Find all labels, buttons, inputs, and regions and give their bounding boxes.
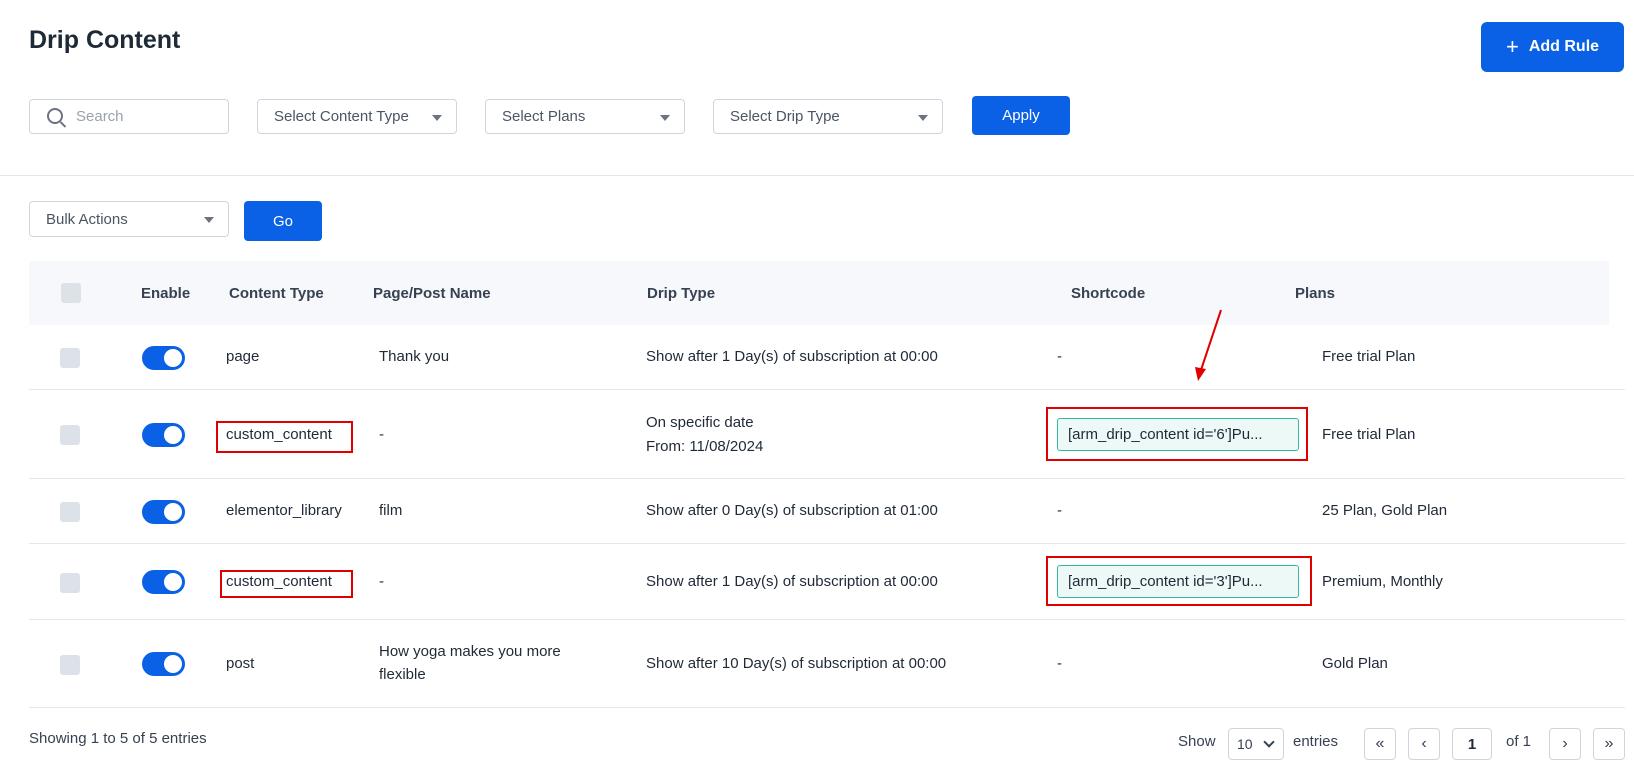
plans-cell: Free trial Plan xyxy=(1322,348,1416,365)
content-type-select[interactable]: Select Content Type xyxy=(257,99,457,134)
per-page-value: 10 xyxy=(1237,736,1253,752)
next-page-button[interactable]: › xyxy=(1549,728,1581,760)
last-page-button[interactable]: » xyxy=(1593,728,1625,760)
drip-type-select[interactable]: Select Drip Type xyxy=(713,99,943,134)
drip-type-cell: Show after 1 Day(s) of subscription at 0… xyxy=(646,348,938,365)
first-page-button[interactable]: « xyxy=(1364,728,1396,760)
page-title: Drip Content xyxy=(29,26,181,54)
plans-select-label: Select Plans xyxy=(502,108,586,125)
enable-toggle[interactable] xyxy=(142,346,185,370)
enable-toggle[interactable] xyxy=(142,570,185,594)
caret-down-icon xyxy=(204,217,214,223)
content-type-cell: custom_content xyxy=(226,573,332,590)
caret-down-icon xyxy=(918,115,928,121)
caret-down-icon xyxy=(432,115,442,121)
shortcode-cell: - xyxy=(1057,655,1062,672)
show-label: Show xyxy=(1178,733,1216,750)
bulk-actions-label: Bulk Actions xyxy=(46,210,128,228)
name-cell: film xyxy=(379,502,403,519)
table-header: Enable Content Type Page/Post Name Drip … xyxy=(29,261,1609,325)
entries-label: entries xyxy=(1293,733,1339,750)
plans-cell: 25 Plan, Gold Plan xyxy=(1322,502,1448,519)
prev-page-button[interactable]: ‹ xyxy=(1408,728,1440,760)
page-count-label: of 1 xyxy=(1506,733,1532,750)
plus-icon: + xyxy=(1505,34,1519,59)
drip-type-cell: Show after 1 Day(s) of subscription at 0… xyxy=(646,573,938,590)
row-checkbox[interactable] xyxy=(60,573,80,593)
drip-type-select-label: Select Drip Type xyxy=(730,108,840,125)
section-divider xyxy=(0,175,1634,176)
table-row: elementor_library film Show after 0 Day(… xyxy=(29,479,1625,544)
table-row: page Thank you Show after 1 Day(s) of su… xyxy=(29,325,1625,390)
plans-cell: Free trial Plan xyxy=(1322,426,1416,443)
header-shortcode: Shortcode xyxy=(1071,285,1146,302)
content-type-select-label: Select Content Type xyxy=(274,108,409,125)
drip-type-cell: Show after 0 Day(s) of subscription at 0… xyxy=(646,502,938,519)
drip-date-cell: From: 11/08/2024 xyxy=(646,438,764,455)
search-icon xyxy=(47,108,63,124)
content-type-cell: custom_content xyxy=(226,426,332,443)
plans-cell: Gold Plan xyxy=(1322,655,1388,672)
plans-cell: Premium, Monthly xyxy=(1322,573,1443,590)
enable-toggle[interactable] xyxy=(142,652,185,676)
apply-button[interactable]: Apply xyxy=(972,96,1070,135)
page-number-input[interactable]: 1 xyxy=(1452,728,1492,760)
shortcode-cell: - xyxy=(1057,348,1062,365)
content-type-cell: elementor_library xyxy=(226,502,342,519)
go-button[interactable]: Go xyxy=(244,201,322,241)
shortcode-cell: - xyxy=(1057,502,1062,519)
add-rule-button[interactable]: + Add Rule xyxy=(1481,22,1624,72)
entries-info: Showing 1 to 5 of 5 entries xyxy=(29,730,207,747)
header-content-type: Content Type xyxy=(229,285,324,302)
add-rule-label: Add Rule xyxy=(1528,38,1600,55)
row-checkbox[interactable] xyxy=(60,348,80,368)
shortcode-field[interactable]: [arm_drip_content id='6']Pu... xyxy=(1057,418,1299,451)
name-cell-line2: flexible xyxy=(379,666,426,683)
table-row: custom_content - Show after 1 Day(s) of … xyxy=(29,544,1625,620)
header-drip-type: Drip Type xyxy=(647,285,716,302)
row-checkbox[interactable] xyxy=(60,502,80,522)
plans-select[interactable]: Select Plans xyxy=(485,99,685,134)
table-row: custom_content - On specific date From: … xyxy=(29,390,1625,479)
annotation-arrow-icon xyxy=(1195,309,1222,381)
name-cell: How yoga makes you more xyxy=(379,643,561,660)
row-checkbox[interactable] xyxy=(60,425,80,445)
content-type-cell: post xyxy=(226,655,255,672)
drip-type-cell: On specific date xyxy=(646,414,754,431)
header-enable: Enable xyxy=(141,285,191,302)
header-plans: Plans xyxy=(1295,285,1336,302)
chevron-down-icon xyxy=(1263,736,1275,748)
name-cell: - xyxy=(379,573,384,590)
name-cell: Thank you xyxy=(379,348,450,365)
table-row: post How yoga makes you more flexible Sh… xyxy=(29,620,1625,708)
content-type-cell: page xyxy=(226,348,260,365)
header-page-post-name: Page/Post Name xyxy=(373,285,491,302)
drip-type-cell: Show after 10 Day(s) of subscription at … xyxy=(646,655,947,672)
per-page-select[interactable]: 10 xyxy=(1228,728,1284,760)
enable-toggle[interactable] xyxy=(142,423,185,447)
name-cell: - xyxy=(379,426,384,443)
shortcode-field[interactable]: [arm_drip_content id='3']Pu... xyxy=(1057,565,1299,598)
search-placeholder: Search xyxy=(76,108,124,125)
select-all-checkbox[interactable] xyxy=(61,283,81,303)
caret-down-icon xyxy=(660,115,670,121)
enable-toggle[interactable] xyxy=(142,500,185,524)
bulk-actions-select[interactable]: Bulk Actions xyxy=(29,201,229,237)
row-checkbox[interactable] xyxy=(60,655,80,675)
search-input[interactable]: Search xyxy=(29,99,229,134)
